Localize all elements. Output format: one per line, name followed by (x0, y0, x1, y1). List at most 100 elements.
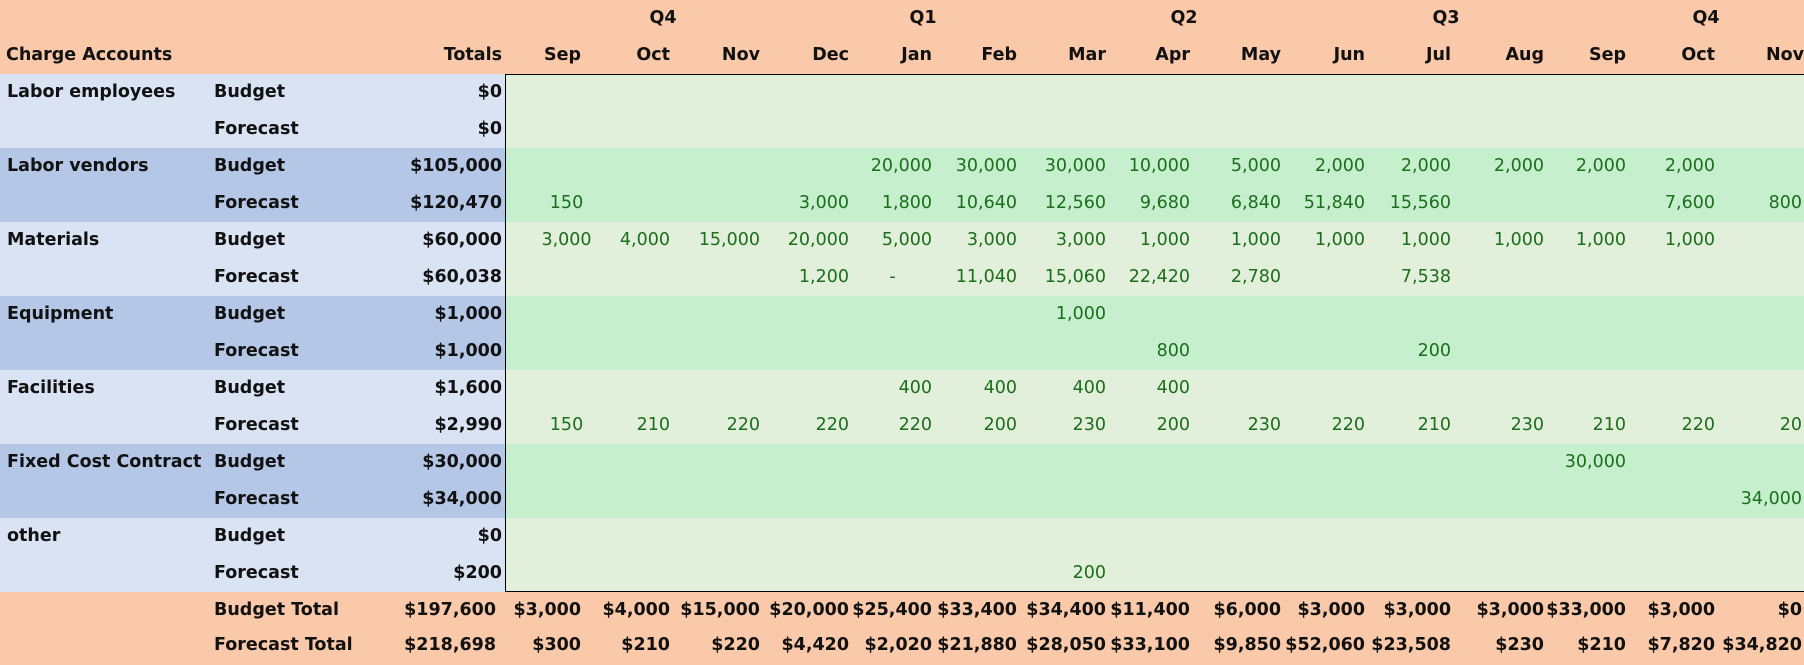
value-cell[interactable] (851, 296, 932, 333)
value-cell[interactable] (1019, 444, 1106, 481)
value-cell[interactable] (762, 444, 849, 481)
value-cell[interactable] (934, 296, 1017, 333)
value-cell[interactable] (1283, 518, 1365, 555)
value-cell[interactable] (1717, 370, 1802, 407)
value-cell[interactable] (762, 518, 849, 555)
value-cell[interactable]: 400 (1019, 370, 1106, 407)
value-cell[interactable] (583, 185, 670, 222)
total-cell[interactable]: $230 (1453, 627, 1544, 664)
row-total[interactable]: $60,000 (360, 222, 502, 259)
value-cell[interactable] (1546, 518, 1626, 555)
value-cell[interactable] (672, 370, 760, 407)
value-cell[interactable] (1546, 555, 1626, 592)
value-cell[interactable] (1717, 148, 1802, 185)
value-cell[interactable] (1453, 555, 1544, 592)
value-cell[interactable] (934, 481, 1017, 518)
total-cell[interactable]: $33,400 (934, 592, 1017, 629)
value-cell[interactable]: 400 (1108, 370, 1190, 407)
value-cell[interactable] (1192, 111, 1281, 148)
value-cell[interactable] (1453, 259, 1544, 296)
total-cell[interactable]: $210 (1546, 627, 1626, 664)
value-cell[interactable] (1628, 370, 1715, 407)
value-cell[interactable] (672, 74, 760, 111)
value-cell[interactable]: 2,000 (1453, 148, 1544, 185)
row-total[interactable]: $1,000 (360, 333, 502, 370)
value-cell[interactable] (1108, 481, 1190, 518)
total-cell[interactable]: $4,000 (583, 592, 670, 629)
value-cell[interactable] (1192, 555, 1281, 592)
value-cell[interactable] (583, 333, 670, 370)
row-total[interactable]: $1,000 (360, 296, 502, 333)
value-cell[interactable] (1283, 111, 1365, 148)
row-total[interactable]: $1,600 (360, 370, 502, 407)
value-cell[interactable] (1717, 296, 1802, 333)
value-cell[interactable] (1192, 481, 1281, 518)
value-cell[interactable] (762, 333, 849, 370)
value-cell[interactable] (1453, 370, 1544, 407)
value-cell[interactable]: 1,800 (851, 185, 932, 222)
value-cell[interactable] (1283, 296, 1365, 333)
total-cell[interactable]: $28,050 (1019, 627, 1106, 664)
value-cell[interactable] (1453, 74, 1544, 111)
value-cell[interactable] (1283, 74, 1365, 111)
value-cell[interactable]: 230 (1453, 407, 1544, 444)
value-cell[interactable] (1367, 518, 1451, 555)
value-cell[interactable] (1367, 444, 1451, 481)
value-cell[interactable] (1367, 555, 1451, 592)
value-cell[interactable] (762, 555, 849, 592)
value-cell[interactable]: 30,000 (1546, 444, 1626, 481)
value-cell[interactable]: 5,000 (1192, 148, 1281, 185)
total-cell[interactable]: $220 (672, 627, 760, 664)
total-cell[interactable]: $4,420 (762, 627, 849, 664)
value-cell[interactable]: 200 (1019, 555, 1106, 592)
total-cell[interactable]: $34,400 (1019, 592, 1106, 629)
total-cell[interactable]: $7,820 (1628, 627, 1715, 664)
value-cell[interactable]: 210 (1546, 407, 1626, 444)
value-cell[interactable]: 1,200 (762, 259, 849, 296)
value-cell[interactable] (672, 444, 760, 481)
value-cell[interactable]: 10,000 (1108, 148, 1190, 185)
value-cell[interactable] (1546, 481, 1626, 518)
value-cell[interactable]: 3,000 (1019, 222, 1106, 259)
value-cell[interactable]: 1,000 (1453, 222, 1544, 259)
value-cell[interactable] (672, 481, 760, 518)
value-cell[interactable]: 210 (583, 407, 670, 444)
row-total[interactable]: $0 (360, 74, 502, 111)
value-cell[interactable]: 20 (1717, 407, 1802, 444)
value-cell[interactable] (672, 259, 760, 296)
value-cell[interactable] (1283, 444, 1365, 481)
value-cell[interactable] (1628, 111, 1715, 148)
total-cell[interactable]: $33,000 (1546, 592, 1626, 629)
total-cell[interactable]: $3,000 (505, 592, 581, 629)
value-cell[interactable] (1192, 333, 1281, 370)
value-cell[interactable] (1546, 296, 1626, 333)
value-cell[interactable] (1717, 444, 1802, 481)
value-cell[interactable] (1192, 74, 1281, 111)
value-cell[interactable]: 4,000 (583, 222, 670, 259)
total-cell[interactable]: $3,000 (1628, 592, 1715, 629)
value-cell[interactable] (1108, 74, 1190, 111)
value-cell[interactable]: 1,000 (1546, 222, 1626, 259)
value-cell[interactable] (934, 333, 1017, 370)
value-cell[interactable] (672, 185, 760, 222)
value-cell[interactable] (1367, 74, 1451, 111)
value-cell[interactable] (1453, 481, 1544, 518)
value-cell[interactable] (583, 518, 670, 555)
value-cell[interactable] (1367, 481, 1451, 518)
value-cell[interactable]: 220 (762, 407, 849, 444)
value-cell[interactable]: 34,000 (1717, 481, 1802, 518)
value-cell[interactable] (1019, 74, 1106, 111)
value-cell[interactable] (1367, 296, 1451, 333)
value-cell[interactable] (762, 481, 849, 518)
total-cell[interactable]: $25,400 (851, 592, 932, 629)
value-cell[interactable] (1283, 481, 1365, 518)
value-cell[interactable] (1546, 111, 1626, 148)
value-cell[interactable] (934, 444, 1017, 481)
value-cell[interactable]: 15,060 (1019, 259, 1106, 296)
value-cell[interactable] (762, 74, 849, 111)
total-cell[interactable]: $52,060 (1283, 627, 1365, 664)
value-cell[interactable]: 400 (934, 370, 1017, 407)
total-cell[interactable]: $15,000 (672, 592, 760, 629)
value-cell[interactable] (1628, 74, 1715, 111)
row-total[interactable]: $0 (360, 111, 502, 148)
